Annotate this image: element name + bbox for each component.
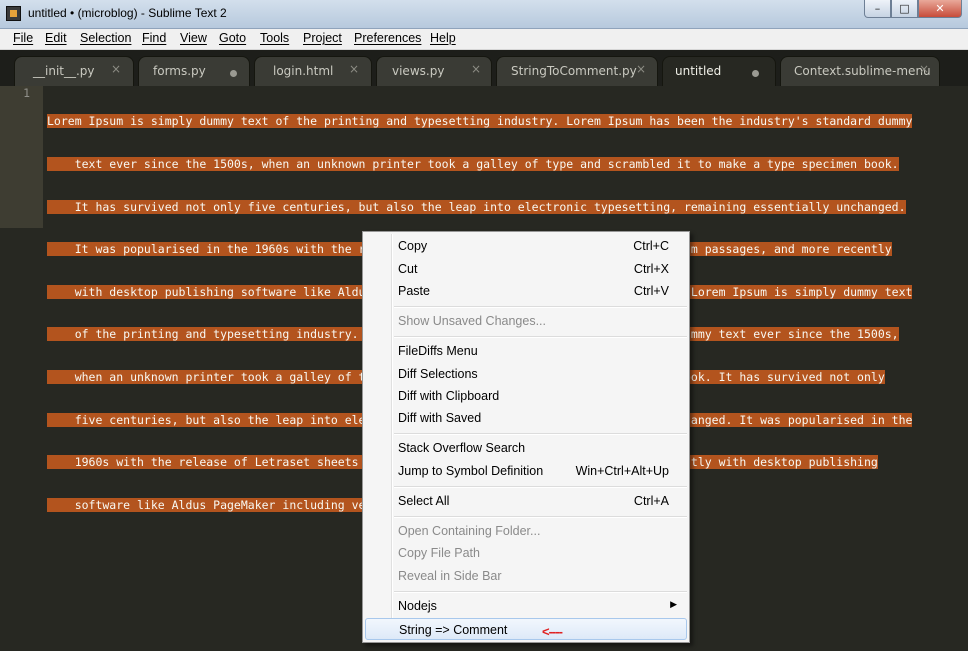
menu-item-label: Show Unsaved Changes... — [398, 314, 547, 328]
code-line: Lorem Ipsum is simply dummy text of the … — [47, 114, 947, 129]
menu-item-shortcut: Win+Ctrl+Alt+Up — [575, 464, 669, 478]
menu-bar: File Edit Selection Find View Goto Tools… — [0, 29, 968, 50]
menu-item-shortcut: Ctrl+C — [633, 239, 669, 253]
unsaved-dot-icon[interactable] — [230, 70, 237, 77]
tab-init-py[interactable]: __init__.py × — [14, 56, 134, 86]
menu-item-label: Diff with Clipboard — [398, 389, 500, 403]
tab-login-html[interactable]: login.html × — [254, 56, 372, 86]
menu-edit[interactable]: Edit — [45, 31, 67, 45]
tab-stringtocomment-py[interactable]: StringToComment.py × — [496, 56, 658, 86]
menu-item-label: Open Containing Folder... — [398, 524, 541, 538]
menu-item-select-all[interactable]: Select All Ctrl+A — [365, 490, 687, 512]
window-titlebar: untitled • (microblog) - Sublime Text 2 … — [0, 0, 968, 29]
window-controls: – □ ✕ — [864, 0, 962, 20]
menu-item-diff-selections[interactable]: Diff Selections — [365, 363, 687, 385]
menu-item-label: Copy — [398, 239, 428, 253]
menu-find[interactable]: Find — [142, 31, 166, 45]
menu-separator — [394, 433, 687, 435]
menu-item-label: String => Comment — [399, 623, 508, 637]
tab-close-icon[interactable]: × — [919, 62, 929, 76]
tab-close-icon[interactable]: × — [471, 62, 481, 76]
menu-separator — [394, 306, 687, 308]
menu-item-copy-file-path: Copy File Path — [365, 542, 687, 564]
menu-item-reveal-in-side-bar: Reveal in Side Bar — [365, 565, 687, 587]
tab-label: __init__.py — [33, 64, 95, 78]
selected-text: text ever since the 1500s, when an unkno… — [47, 157, 899, 171]
maximize-button[interactable]: □ — [891, 0, 918, 18]
menu-view[interactable]: View — [180, 31, 207, 45]
menu-item-label: FileDiffs Menu — [398, 344, 478, 358]
menu-item-label: Paste — [398, 284, 430, 298]
tab-label: views.py — [392, 64, 445, 78]
tab-label: untitled — [675, 64, 722, 78]
tab-forms-py[interactable]: forms.py — [138, 56, 250, 86]
menu-item-paste[interactable]: Paste Ctrl+V — [365, 280, 687, 302]
menu-item-label: Select All — [398, 494, 450, 508]
menu-item-string-to-comment[interactable]: String => Comment <---- — [365, 618, 687, 640]
menu-item-jump-to-symbol-definition[interactable]: Jump to Symbol Definition Win+Ctrl+Alt+U… — [365, 460, 687, 482]
menu-item-label: Cut — [398, 262, 418, 276]
menu-separator — [394, 591, 687, 593]
line-number: 1 — [23, 86, 30, 100]
tab-context-sublime-menu[interactable]: Context.sublime-menu × — [780, 56, 940, 86]
menu-goto[interactable]: Goto — [219, 31, 246, 45]
menu-item-label: Stack Overflow Search — [398, 441, 526, 455]
menu-item-label: Jump to Symbol Definition — [398, 464, 544, 478]
menu-preferences[interactable]: Preferences — [354, 31, 421, 45]
unsaved-dot-icon[interactable] — [752, 70, 759, 77]
selected-text: It has survived not only five centuries,… — [47, 199, 906, 214]
red-arrow-annotation: <---- — [542, 624, 563, 639]
menu-item-shortcut: Ctrl+X — [633, 262, 669, 276]
menu-item-shortcut: Ctrl+A — [633, 494, 669, 508]
menu-item-open-containing-folder: Open Containing Folder... — [365, 520, 687, 542]
close-button[interactable]: ✕ — [918, 0, 962, 18]
selected-text: Lorem Ipsum is simply dummy text of the … — [47, 114, 913, 129]
menu-separator — [394, 516, 687, 518]
window-title: untitled • (microblog) - Sublime Text 2 — [28, 6, 227, 20]
menu-selection[interactable]: Selection — [80, 31, 131, 45]
code-line: It has survived not only five centuries,… — [47, 199, 947, 214]
menu-item-copy[interactable]: Copy Ctrl+C — [365, 235, 687, 257]
menu-separator — [394, 336, 687, 338]
tab-label: forms.py — [153, 64, 206, 78]
menu-item-label: Copy File Path — [398, 546, 480, 560]
menu-item-cut[interactable]: Cut Ctrl+X — [365, 258, 687, 280]
menu-file[interactable]: File — [13, 31, 33, 45]
menu-item-stack-overflow-search[interactable]: Stack Overflow Search — [365, 437, 687, 459]
menu-tools[interactable]: Tools — [260, 31, 289, 45]
sublime-text-app-icon — [6, 6, 21, 21]
menu-item-nodejs[interactable]: Nodejs ▶ — [365, 595, 687, 617]
menu-separator — [394, 486, 687, 488]
menu-item-diff-with-saved[interactable]: Diff with Saved — [365, 407, 687, 429]
tab-bar: __init__.py × forms.py login.html × view… — [0, 50, 968, 86]
menu-help[interactable]: Help — [430, 31, 456, 45]
line-gutter — [0, 86, 43, 228]
menu-project[interactable]: Project — [303, 31, 342, 45]
menu-item-label: Diff Selections — [398, 367, 478, 381]
tab-close-icon[interactable]: × — [636, 62, 646, 76]
tab-label: Context.sublime-menu — [794, 64, 931, 78]
tab-untitled[interactable]: untitled — [662, 56, 776, 86]
tab-close-icon[interactable]: × — [349, 62, 359, 76]
menu-item-filediffs-menu[interactable]: FileDiffs Menu — [365, 340, 687, 362]
code-line: text ever since the 1500s, when an unkno… — [47, 157, 947, 171]
tab-label: StringToComment.py — [511, 64, 637, 78]
menu-item-show-unsaved-changes: Show Unsaved Changes... — [365, 310, 687, 332]
menu-item-label: Diff with Saved — [398, 411, 482, 425]
context-menu: Copy Ctrl+C Cut Ctrl+X Paste Ctrl+V Show… — [362, 231, 690, 643]
minimize-button[interactable]: – — [864, 0, 891, 18]
menu-item-diff-with-clipboard[interactable]: Diff with Clipboard — [365, 385, 687, 407]
submenu-arrow-icon: ▶ — [670, 599, 677, 609]
menu-item-label: Reveal in Side Bar — [398, 569, 502, 583]
tab-close-icon[interactable]: × — [111, 62, 121, 76]
menu-item-label: Nodejs — [398, 599, 437, 613]
tab-views-py[interactable]: views.py × — [376, 56, 492, 86]
tab-label: login.html — [273, 64, 334, 78]
menu-item-shortcut: Ctrl+V — [633, 284, 669, 298]
